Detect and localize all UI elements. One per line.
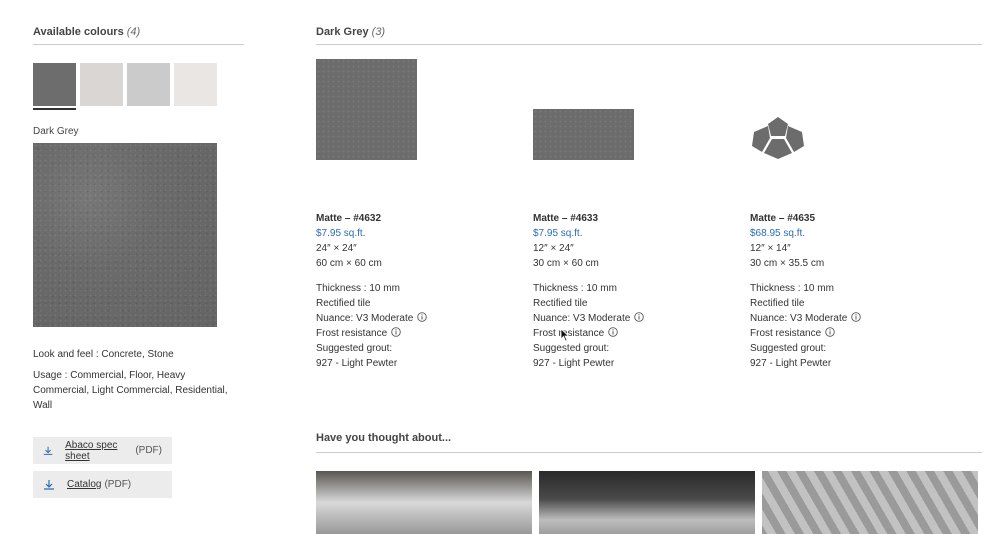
product-frost: Frost resistance <box>750 328 822 339</box>
swatch-light-grey[interactable] <box>127 63 170 106</box>
product-image-rectangle[interactable] <box>533 109 634 160</box>
product-frost-row: Frost resistance <box>533 326 644 341</box>
product-price: $7.95 sq.ft. <box>533 228 583 239</box>
product-frost-row: Frost resistance <box>316 326 427 341</box>
product-edge: Rectified tile <box>533 298 588 309</box>
spec-sheet-type: (PDF) <box>135 445 162 456</box>
product-nuance: Nuance: V3 Moderate <box>316 313 414 324</box>
product-image-square[interactable] <box>316 59 417 160</box>
swatch-wrapper-dark-grey <box>33 63 76 110</box>
product-frost: Frost resistance <box>316 328 388 339</box>
product-size-inches: 12″ × 24″ <box>533 243 574 254</box>
info-icon[interactable] <box>851 312 862 322</box>
product-thickness: Thickness : 10 mm <box>533 283 617 294</box>
available-colours-count: (4) <box>126 26 141 38</box>
product-nuance-row: Nuance: V3 Moderate <box>316 311 428 326</box>
download-icon <box>44 479 54 490</box>
product-size-inches: 24″ × 24″ <box>316 243 357 254</box>
product-details: Matte – #4635 $68.95 sq.ft. 12″ × 14″ 30… <box>750 211 862 371</box>
swatch-selected-indicator <box>33 108 76 110</box>
catalog-link[interactable]: Catalog <box>67 479 101 490</box>
product-title: Matte – #4633 <box>533 213 599 224</box>
info-icon[interactable] <box>417 312 428 322</box>
tile-info: Look and feel : Concrete, Stone Usage : … <box>33 347 244 413</box>
product-list: Matte – #4632 $7.95 sq.ft. 24″ × 24″ 60 … <box>316 45 982 369</box>
suggestion-photo-kitchen[interactable] <box>539 471 755 534</box>
suggestion-photo-store[interactable] <box>316 471 532 534</box>
product-frost-row: Frost resistance <box>750 326 861 341</box>
available-colours-heading: Available colours (4) <box>33 26 244 45</box>
suggestion-photos <box>316 471 982 534</box>
product-price: $7.95 sq.ft. <box>316 228 366 239</box>
selected-colour-preview <box>33 143 217 327</box>
download-icon <box>43 446 53 455</box>
product-group-title: Dark Grey <box>316 26 369 38</box>
info-icon[interactable] <box>825 327 835 337</box>
product-grout: 927 - Light Pewter <box>750 358 832 369</box>
catalog-download-button[interactable]: Catalog (PDF) <box>33 471 172 498</box>
product-edge: Rectified tile <box>750 298 805 309</box>
info-icon[interactable] <box>608 327 618 337</box>
product-nuance: Nuance: V3 Moderate <box>533 313 631 324</box>
catalog-type: (PDF) <box>104 479 132 490</box>
look-and-feel: Look and feel : Concrete, Stone <box>33 349 174 360</box>
product-group: Dark Grey (3) Matte – #4632 $7.95 sq.ft.… <box>316 26 982 369</box>
available-colours-panel: Available colours (4) Dark Grey Look and… <box>33 26 244 498</box>
product-grout-label: Suggested grout: <box>316 343 393 354</box>
product-grout-label: Suggested grout: <box>750 343 827 354</box>
product-nuance: Nuance: V3 Moderate <box>750 313 848 324</box>
product-image-hexagon-mosaic[interactable] <box>750 115 806 161</box>
available-colours-title: Available colours <box>33 26 124 38</box>
product-group-heading: Dark Grey (3) <box>316 26 982 45</box>
product-title: Matte – #4632 <box>316 213 382 224</box>
product-grout: 927 - Light Pewter <box>533 358 615 369</box>
spec-sheet-download-button[interactable]: Abaco spec sheet (PDF) <box>33 437 172 464</box>
product-size-cm: 30 cm × 60 cm <box>533 258 599 269</box>
product-nuance-row: Nuance: V3 Moderate <box>750 311 862 326</box>
info-icon[interactable] <box>391 327 401 337</box>
selected-colour-name: Dark Grey <box>33 126 79 137</box>
product-size-cm: 60 cm × 60 cm <box>316 258 382 269</box>
suggestion-photo-wall[interactable] <box>762 471 978 534</box>
product-grout-label: Suggested grout: <box>533 343 610 354</box>
product-title: Matte – #4635 <box>750 213 816 224</box>
product-details: Matte – #4633 $7.95 sq.ft. 12″ × 24″ 30 … <box>533 211 645 371</box>
product-grout: 927 - Light Pewter <box>316 358 398 369</box>
product-thickness: Thickness : 10 mm <box>316 283 400 294</box>
suggestions-section: Have you thought about... <box>316 432 982 534</box>
swatch-beige[interactable] <box>80 63 123 106</box>
swatch-dark-grey[interactable] <box>33 63 76 106</box>
colour-swatches <box>33 63 244 110</box>
product-nuance-row: Nuance: V3 Moderate <box>533 311 645 326</box>
product-group-count: (3) <box>371 26 386 38</box>
usage: Usage : Commercial, Floor, Heavy Commerc… <box>33 370 228 411</box>
spec-sheet-link[interactable]: Abaco spec sheet <box>65 440 132 462</box>
mouse-cursor-icon <box>560 328 570 342</box>
suggestions-title: Have you thought about... <box>316 432 982 453</box>
product-size-inches: 12″ × 14″ <box>750 243 791 254</box>
swatch-white[interactable] <box>174 63 217 106</box>
product-edge: Rectified tile <box>316 298 371 309</box>
product-thickness: Thickness : 10 mm <box>750 283 834 294</box>
product-price: $68.95 sq.ft. <box>750 228 806 239</box>
product-details: Matte – #4632 $7.95 sq.ft. 24″ × 24″ 60 … <box>316 211 428 371</box>
info-icon[interactable] <box>634 312 645 322</box>
product-size-cm: 30 cm × 35.5 cm <box>750 258 825 269</box>
